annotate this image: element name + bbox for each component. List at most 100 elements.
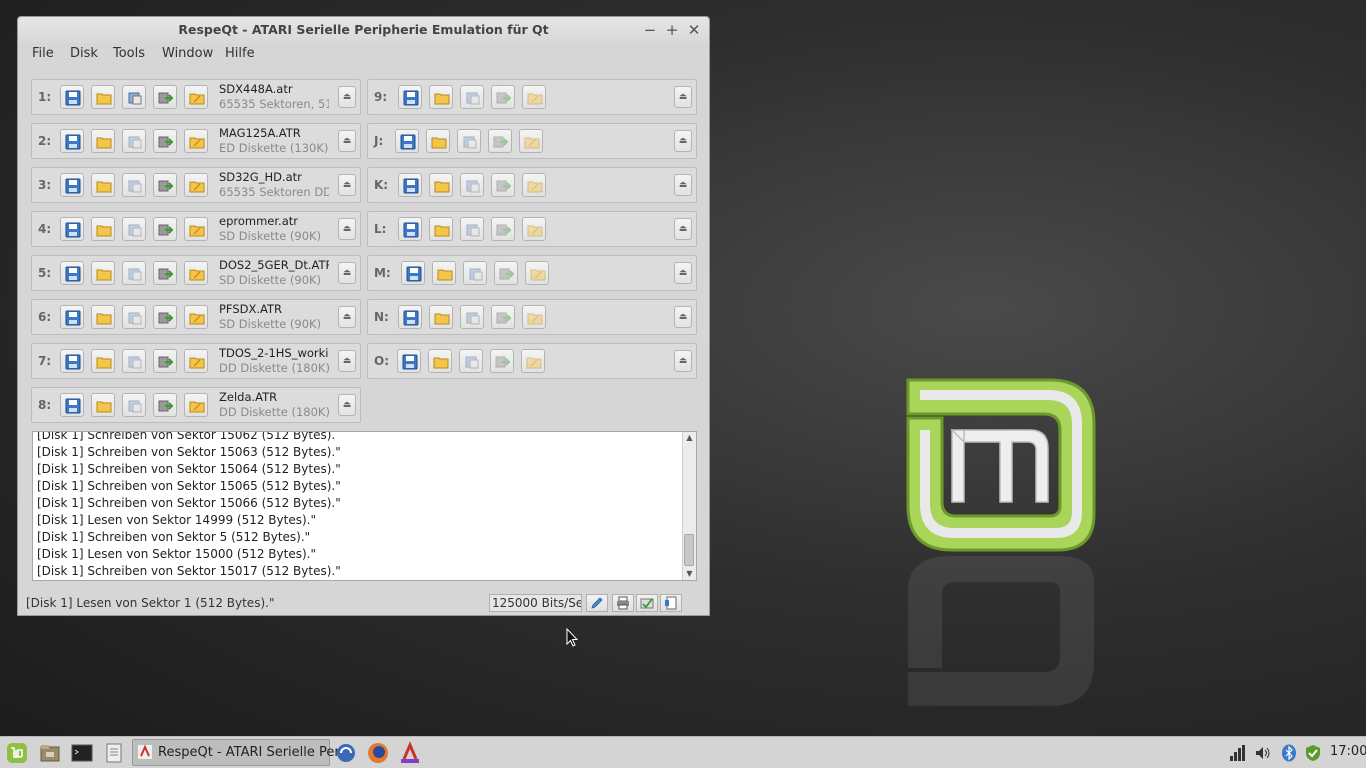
- eject-icon[interactable]: ⏏: [338, 394, 356, 416]
- next-disk-icon[interactable]: [491, 173, 515, 197]
- menu-help[interactable]: Hilfe: [225, 46, 255, 61]
- browse-folder-icon[interactable]: [521, 349, 545, 373]
- open-folder-icon[interactable]: [91, 305, 115, 329]
- volume-icon[interactable]: [1254, 744, 1272, 762]
- next-disk-icon[interactable]: [490, 349, 514, 373]
- open-folder-icon[interactable]: [91, 393, 115, 417]
- browse-folder-icon[interactable]: [184, 85, 208, 109]
- eject-icon[interactable]: ⏏: [674, 306, 692, 328]
- file-manager-icon[interactable]: [38, 741, 62, 765]
- browse-folder-icon[interactable]: [525, 261, 549, 285]
- mount-image-icon[interactable]: [122, 173, 146, 197]
- scroll-up-icon[interactable]: ▲: [683, 432, 696, 444]
- menu-tools[interactable]: Tools: [113, 46, 145, 61]
- menu-disk[interactable]: Disk: [70, 46, 98, 61]
- mint-menu-icon[interactable]: [5, 741, 29, 765]
- browse-folder-icon[interactable]: [184, 393, 208, 417]
- bluetooth-icon[interactable]: [1280, 744, 1298, 762]
- browse-folder-icon[interactable]: [184, 305, 208, 329]
- next-disk-icon[interactable]: [494, 261, 518, 285]
- firefox-icon[interactable]: [366, 741, 390, 765]
- save-disk-icon[interactable]: [60, 393, 84, 417]
- save-disk-icon[interactable]: [60, 349, 84, 373]
- text-editor-icon[interactable]: [102, 741, 126, 765]
- open-folder-icon[interactable]: [91, 173, 115, 197]
- next-disk-icon[interactable]: [153, 305, 177, 329]
- save-disk-icon[interactable]: [398, 85, 422, 109]
- update-shield-icon[interactable]: [1304, 744, 1322, 762]
- open-folder-icon[interactable]: [91, 129, 115, 153]
- browse-folder-icon[interactable]: [522, 217, 546, 241]
- mount-image-icon[interactable]: [460, 217, 484, 241]
- next-disk-icon[interactable]: [491, 217, 515, 241]
- next-disk-icon[interactable]: [153, 261, 177, 285]
- menu-file[interactable]: File: [32, 46, 54, 61]
- mount-image-icon[interactable]: [460, 173, 484, 197]
- save-disk-icon[interactable]: [60, 217, 84, 241]
- mount-image-icon[interactable]: [122, 349, 146, 373]
- browse-folder-icon[interactable]: [184, 173, 208, 197]
- eject-icon[interactable]: ⏏: [338, 350, 356, 372]
- title-bar[interactable]: RespeQt - ATARI Serielle Peripherie Emul…: [18, 17, 709, 43]
- mount-image-icon[interactable]: [122, 393, 146, 417]
- mount-image-icon[interactable]: [122, 305, 146, 329]
- next-disk-icon[interactable]: [153, 85, 177, 109]
- minimize-button[interactable]: −: [640, 20, 660, 40]
- save-disk-icon[interactable]: [401, 261, 425, 285]
- eject-icon[interactable]: ⏏: [674, 130, 692, 152]
- open-folder-icon[interactable]: [429, 173, 453, 197]
- network-icon[interactable]: [1228, 744, 1246, 762]
- eject-icon[interactable]: ⏏: [338, 130, 356, 152]
- open-folder-icon[interactable]: [91, 85, 115, 109]
- log-scrollbar[interactable]: ▲ ▼: [682, 432, 696, 580]
- browse-folder-icon[interactable]: [184, 261, 208, 285]
- browse-folder-icon[interactable]: [519, 129, 543, 153]
- next-disk-icon[interactable]: [491, 305, 515, 329]
- eject-icon[interactable]: ⏏: [338, 86, 356, 108]
- close-button[interactable]: ✕: [684, 20, 704, 40]
- mount-image-icon[interactable]: [459, 349, 483, 373]
- eject-icon[interactable]: ⏏: [338, 174, 356, 196]
- next-disk-icon[interactable]: [153, 393, 177, 417]
- eject-icon[interactable]: ⏏: [338, 306, 356, 328]
- eject-icon[interactable]: ⏏: [674, 262, 692, 284]
- save-disk-icon[interactable]: [398, 173, 422, 197]
- eject-icon[interactable]: ⏏: [338, 262, 356, 284]
- browse-folder-icon[interactable]: [522, 305, 546, 329]
- save-disk-icon[interactable]: [398, 305, 422, 329]
- scroll-down-icon[interactable]: ▼: [683, 568, 696, 580]
- mount-image-icon[interactable]: [122, 85, 146, 109]
- eject-icon[interactable]: ⏏: [674, 218, 692, 240]
- eject-icon[interactable]: ⏏: [674, 86, 692, 108]
- mount-image-icon[interactable]: [122, 217, 146, 241]
- scroll-thumb[interactable]: [684, 534, 694, 566]
- log-panel[interactable]: [Disk 1] Schreiben von Sektor 15062 (512…: [32, 431, 697, 581]
- terminal-icon[interactable]: [70, 741, 94, 765]
- next-disk-icon[interactable]: [491, 85, 515, 109]
- mount-image-icon[interactable]: [122, 129, 146, 153]
- mount-image-icon[interactable]: [463, 261, 487, 285]
- maximize-button[interactable]: +: [662, 20, 682, 40]
- open-folder-icon[interactable]: [91, 217, 115, 241]
- save-disk-icon[interactable]: [60, 129, 84, 153]
- open-folder-icon[interactable]: [91, 349, 115, 373]
- open-folder-icon[interactable]: [91, 261, 115, 285]
- eject-icon[interactable]: ⏏: [674, 174, 692, 196]
- open-folder-icon[interactable]: [432, 261, 456, 285]
- taskbar-respeqt-task[interactable]: RespeQt - ATARI Serielle Per...: [132, 739, 351, 766]
- save-disk-icon[interactable]: [395, 129, 419, 153]
- mount-image-icon[interactable]: [457, 129, 481, 153]
- save-disk-icon[interactable]: [60, 261, 84, 285]
- browse-folder-icon[interactable]: [184, 129, 208, 153]
- browse-folder-icon[interactable]: [184, 349, 208, 373]
- open-folder-icon[interactable]: [429, 305, 453, 329]
- next-disk-icon[interactable]: [153, 217, 177, 241]
- document-icon[interactable]: [660, 594, 682, 612]
- next-disk-icon[interactable]: [153, 173, 177, 197]
- mount-image-icon[interactable]: [460, 85, 484, 109]
- browse-folder-icon[interactable]: [184, 217, 208, 241]
- next-disk-icon[interactable]: [153, 129, 177, 153]
- save-disk-icon[interactable]: [60, 173, 84, 197]
- printer-icon[interactable]: [612, 594, 634, 612]
- next-disk-icon[interactable]: [153, 349, 177, 373]
